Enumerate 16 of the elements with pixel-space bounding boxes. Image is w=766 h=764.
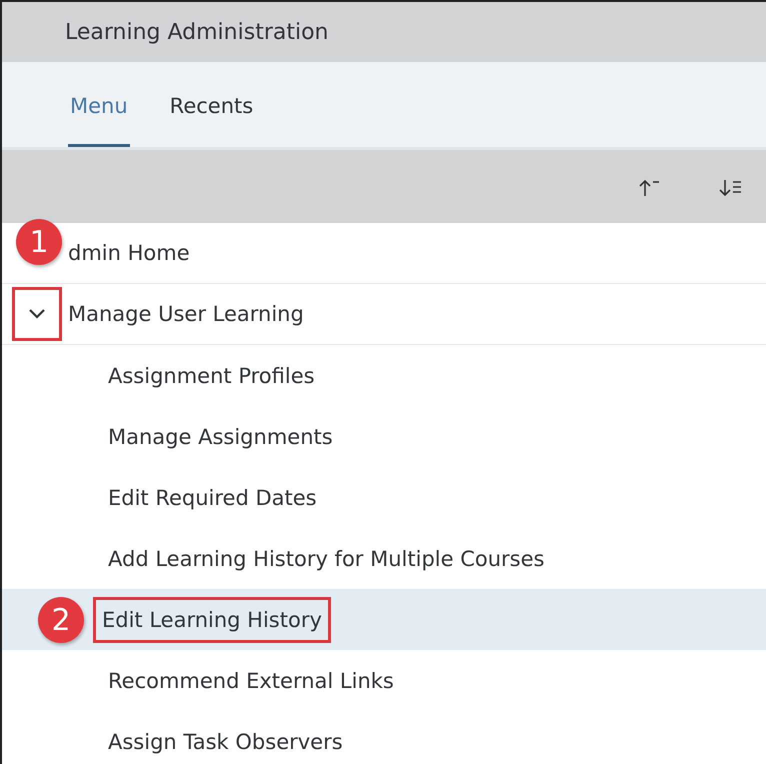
submenu-item[interactable]: Assign Task Observers	[108, 730, 343, 754]
submenu-item[interactable]: Add Learning History for Multiple Courses	[108, 546, 544, 570]
callout-badge: 1	[16, 219, 62, 265]
callout-badge: 2	[38, 597, 84, 643]
submenu-item[interactable]: Edit Learning History	[96, 600, 328, 640]
submenu-item[interactable]: Recommend External Links	[108, 668, 394, 692]
tab[interactable]: Recents	[168, 62, 256, 147]
menu-item[interactable]: Manage User Learning	[68, 302, 304, 326]
submenu-item[interactable]: Assignment Profiles	[108, 364, 315, 388]
tab[interactable]: Menu	[68, 62, 130, 147]
window-title: Learning Administration	[65, 20, 328, 44]
submenu-item[interactable]: Edit Required Dates	[108, 486, 317, 510]
menu-item[interactable]: dmin Home	[68, 241, 190, 265]
submenu-item[interactable]: Manage Assignments	[108, 424, 333, 448]
expand-toggle[interactable]	[12, 287, 62, 341]
chevron-down-icon	[29, 309, 45, 319]
